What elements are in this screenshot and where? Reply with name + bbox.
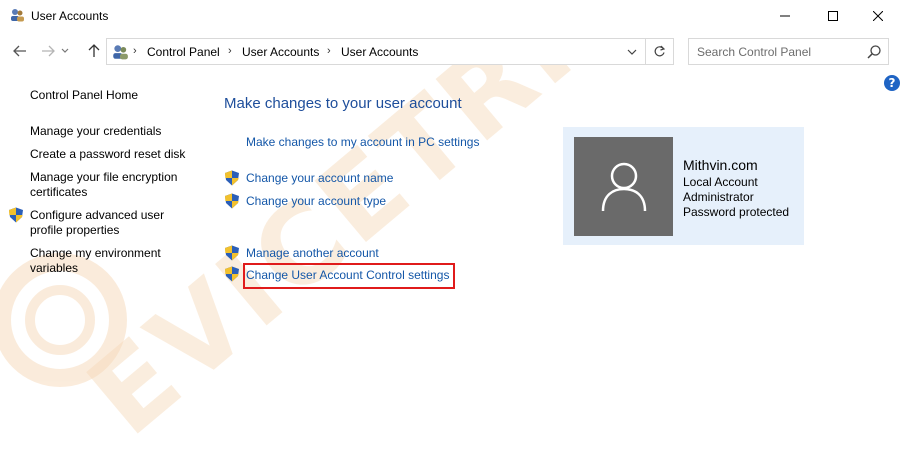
account-role: Administrator [683,190,754,204]
arrow-left-icon [13,45,26,57]
help-icon[interactable]: ? [884,75,900,91]
refresh-button[interactable] [646,38,674,65]
left-link-advanced-profile-line2[interactable]: profile properties [30,223,119,238]
highlight-box [243,263,455,289]
search-input[interactable]: Search Control Panel [688,38,889,65]
user-icon [601,162,646,211]
back-button[interactable] [9,40,31,62]
left-link-file-encryption-line2[interactable]: certificates [30,185,87,200]
link-change-account-type[interactable]: Change your account type [246,194,386,208]
shield-icon [225,170,239,186]
breadcrumb-user-accounts-current[interactable]: User Accounts [341,45,418,59]
up-button[interactable] [83,40,105,62]
breadcrumb-user-accounts[interactable]: User Accounts [242,45,319,59]
search-placeholder: Search Control Panel [697,45,812,59]
left-link-manage-credentials[interactable]: Manage your credentials [30,124,161,139]
svg-text:EVICETRICKS: EVICETRICKS [64,60,795,450]
shield-icon [225,266,239,282]
arrow-up-icon [88,44,100,57]
account-name: Mithvin.com [683,157,758,173]
window-title: User Accounts [31,9,109,23]
left-link-environment-line2[interactable]: variables [30,261,78,276]
account-password-status: Password protected [683,205,790,219]
search-icon[interactable] [866,44,882,60]
shield-icon [9,207,23,223]
breadcrumb-control-panel[interactable]: Control Panel [147,45,220,59]
user-accounts-app-icon [11,9,24,22]
close-icon [873,10,883,21]
maximize-icon [828,10,838,21]
left-link-control-panel-home[interactable]: Control Panel Home [30,88,138,103]
chevron-down-icon [61,48,69,53]
shield-icon [225,245,239,261]
breadcrumb-separator[interactable]: › [327,45,331,57]
user-accounts-icon [113,45,128,60]
left-link-advanced-profile-line1[interactable]: Configure advanced user [30,208,164,223]
recent-locations-button[interactable] [59,40,71,62]
link-manage-another-account[interactable]: Manage another account [246,246,379,260]
page-title: Make changes to your user account [224,95,462,112]
chevron-down-icon [627,49,637,55]
link-pc-settings[interactable]: Make changes to my account in PC setting… [246,135,479,149]
left-link-environment-line1[interactable]: Change my environment [30,246,161,261]
navigation-bar: › Control Panel › User Accounts › User A… [0,34,900,68]
left-link-password-reset-disk[interactable]: Create a password reset disk [30,147,185,162]
link-change-account-name[interactable]: Change your account name [246,171,393,185]
shield-icon [225,193,239,209]
account-card: Mithvin.com Local Account Administrator … [563,127,804,245]
address-bar[interactable]: › Control Panel › User Accounts › User A… [106,38,646,65]
maximize-button[interactable] [810,0,856,31]
breadcrumb-separator: › [133,45,137,57]
forward-button[interactable] [37,40,59,62]
title-bar: User Accounts [0,0,900,31]
arrow-right-icon [42,45,55,57]
close-button[interactable] [855,0,900,31]
address-dropdown-button[interactable] [623,42,641,62]
minimize-button[interactable] [762,0,808,31]
account-type: Local Account [683,175,758,189]
breadcrumb-separator[interactable]: › [228,45,232,57]
refresh-icon [654,45,666,57]
minimize-icon [780,15,790,16]
left-link-file-encryption-line1[interactable]: Manage your file encryption [30,170,177,185]
avatar [574,137,673,236]
